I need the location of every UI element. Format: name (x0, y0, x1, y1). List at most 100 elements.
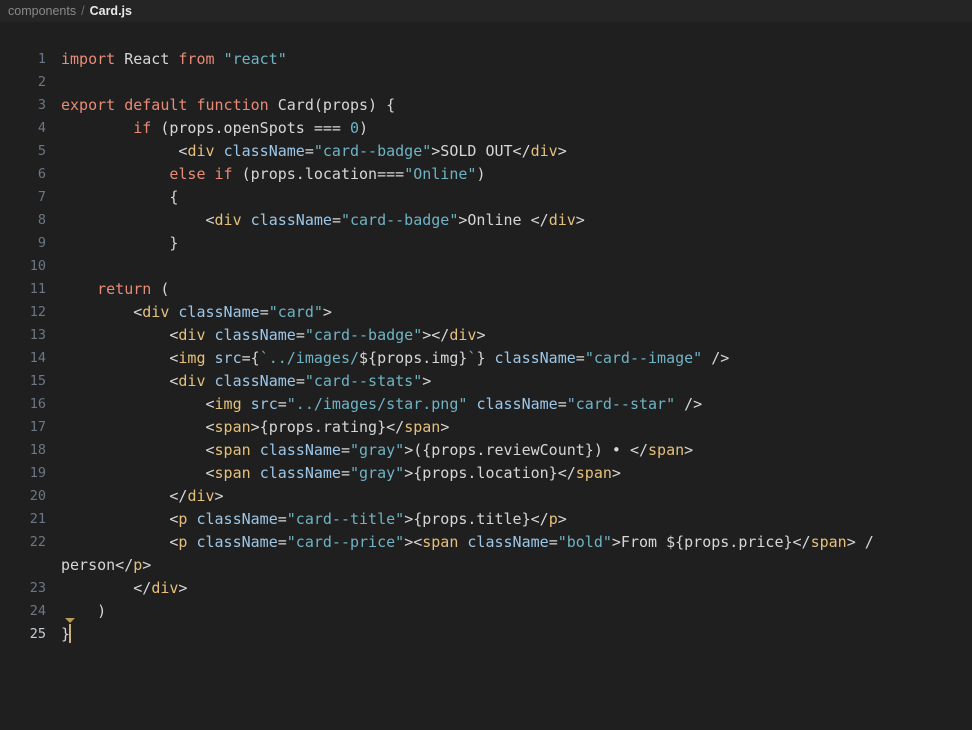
breadcrumb-folder[interactable]: components (8, 0, 76, 22)
code-line[interactable]: 9 } (0, 232, 972, 255)
code-line[interactable]: 14 <img src={`../images/${props.img}`} c… (0, 347, 972, 370)
code-token-jsx-attribute: className (259, 441, 341, 459)
code-lines-container[interactable]: 1 import React from "react" 2 3 export defau… (0, 48, 972, 646)
code-line-content[interactable]: <div className="card--stats"> (46, 370, 972, 393)
code-token-plain: } (61, 234, 179, 252)
code-line[interactable]: 17 <span>{props.rating}</span> (0, 416, 972, 439)
code-token-plain: React (115, 50, 179, 68)
code-line-content[interactable]: return ( (46, 278, 972, 301)
line-number: 13 (29, 327, 46, 343)
code-token-plain: (props.openSpots === (151, 119, 350, 137)
code-line[interactable]: 13 <div className="card--badge"></div> (0, 324, 972, 347)
code-token-plain: < (61, 395, 215, 413)
code-line[interactable]: 19 <span className="gray">{props.locatio… (0, 462, 972, 485)
code-line[interactable]: 8 <div className="card--badge">Online </… (0, 209, 972, 232)
code-line-content[interactable]: else if (props.location==="Online") (46, 163, 972, 186)
code-line[interactable]: 25} (0, 618, 972, 646)
code-token-plain: < (61, 372, 179, 390)
code-editor-window: components / Card.js 1 import React from … (0, 0, 972, 730)
code-token-plain: < (61, 418, 215, 436)
code-token-plain: } (476, 349, 495, 367)
code-line[interactable]: 16 <img src="../images/star.png" classNa… (0, 393, 972, 416)
code-line-content[interactable]: <div className="card--badge">SOLD OUT</d… (46, 140, 972, 163)
code-line-content[interactable]: <span className="gray">{props.location}<… (46, 462, 972, 485)
code-token-keyword: from (178, 50, 215, 68)
code-line[interactable]: 4 if (props.openSpots === 0) (0, 117, 972, 140)
code-line[interactable]: 1 import React from "react" (0, 48, 972, 71)
code-line-content[interactable]: < p className="card--title">{props.title}… (46, 508, 972, 531)
code-line-content[interactable]: </div> (46, 485, 972, 508)
code-token-plain: = (548, 533, 558, 551)
code-line[interactable]: 23 </div> (0, 577, 972, 600)
code-token-jsx-tag: div (151, 579, 179, 597)
code-line-content[interactable]: } (46, 618, 972, 646)
code-line[interactable]: 21 < p className="card--title">{props.tit… (0, 508, 972, 531)
line-number: 12 (29, 304, 46, 320)
code-line-content[interactable]: </div> (46, 577, 972, 600)
code-line[interactable]: 11 return ( (0, 278, 972, 301)
code-line-content[interactable]: } (46, 232, 972, 255)
code-token-plain: < (61, 142, 188, 160)
code-line-content[interactable]: <img src="../images/star.png" className=… (46, 393, 972, 416)
code-token-jsx-tag: div (187, 142, 215, 160)
code-line[interactable]: 2 (0, 71, 972, 94)
code-token-string: "bold" (557, 533, 612, 551)
editor-pane[interactable]: 1 import React from "react" 2 3 export defau… (0, 22, 972, 730)
code-line-content[interactable]: if (props.openSpots === 0) (46, 117, 972, 140)
code-token-string: "gray" (350, 464, 405, 482)
code-line[interactable]: 10 (0, 255, 972, 278)
code-token-jsx-tag: p (133, 556, 143, 574)
line-number: 19 (29, 465, 46, 481)
code-token-plain: = (277, 533, 287, 551)
code-line-content[interactable]: { (46, 186, 972, 209)
breadcrumb-file[interactable]: Card.js (90, 0, 132, 22)
code-token-jsx-tag: span (404, 418, 441, 436)
code-line[interactable]: 24 ) (0, 600, 972, 623)
code-token-plain: > (557, 142, 567, 160)
code-token-jsx-tag: div (178, 372, 206, 390)
code-token-jsx-tag: span (575, 464, 612, 482)
code-line[interactable]: 6 else if (props.location==="Online") (0, 163, 972, 186)
code-token-jsx-tag: span (810, 533, 847, 551)
code-line-content[interactable]: <div className="card--badge"></div> (46, 324, 972, 347)
code-token-plain: = (331, 211, 341, 229)
line-number: 6 (37, 166, 46, 182)
code-line[interactable]: 22 <p className="card--price"><span clas… (0, 531, 972, 577)
code-line-content[interactable]: <span>{props.rating}</span> (46, 416, 972, 439)
code-token-plain: >({props.reviewCount}) • </ (404, 441, 649, 459)
code-line-content[interactable]: ) (46, 600, 972, 623)
code-token-plain: < (61, 464, 215, 482)
code-line-content[interactable]: <div className="card"> (46, 301, 972, 324)
code-token-string: "card--star" (566, 395, 676, 413)
code-token-jsx-tag: div (449, 326, 477, 344)
code-line[interactable]: 5 <div className="card--badge">SOLD OUT<… (0, 140, 972, 163)
code-line-content[interactable]: <p className="card--price"><span classNa… (46, 531, 972, 577)
line-number: 1 (37, 51, 46, 67)
line-number: 24 (29, 603, 46, 619)
code-line-content[interactable]: import React from "react" (46, 48, 972, 71)
code-line-content[interactable]: <div className="card--badge">Online </di… (46, 209, 972, 232)
code-line-content[interactable]: <img src={`../images/${props.img}`} clas… (46, 347, 972, 370)
code-token-plain: /> (702, 349, 730, 367)
code-token-plain: < (61, 326, 179, 344)
code-line[interactable]: 7 { (0, 186, 972, 209)
code-token-jsx-tag: span (214, 418, 251, 436)
code-line-content[interactable]: <span className="gray">({props.reviewCou… (46, 439, 972, 462)
code-line[interactable]: 12 <div className="card"> (0, 301, 972, 324)
code-token-string: "card--stats" (304, 372, 423, 390)
code-line[interactable]: 15 <div className="card--stats"> (0, 370, 972, 393)
code-token-plain: </ (61, 487, 188, 505)
line-number: 21 (29, 511, 46, 527)
code-token-plain: > (611, 464, 621, 482)
code-token-jsx-attribute: className (214, 326, 296, 344)
code-line[interactable]: 20 </div> (0, 485, 972, 508)
code-line[interactable]: 18 <span className="gray">({props.review… (0, 439, 972, 462)
code-line-content[interactable]: export default function Card(props) { (46, 94, 972, 117)
code-line[interactable]: 3 export default function Card(props) { (0, 94, 972, 117)
code-token-jsx-attribute: src (214, 349, 242, 367)
code-token-string: "card--image" (584, 349, 703, 367)
code-token-plain: > (214, 487, 224, 505)
